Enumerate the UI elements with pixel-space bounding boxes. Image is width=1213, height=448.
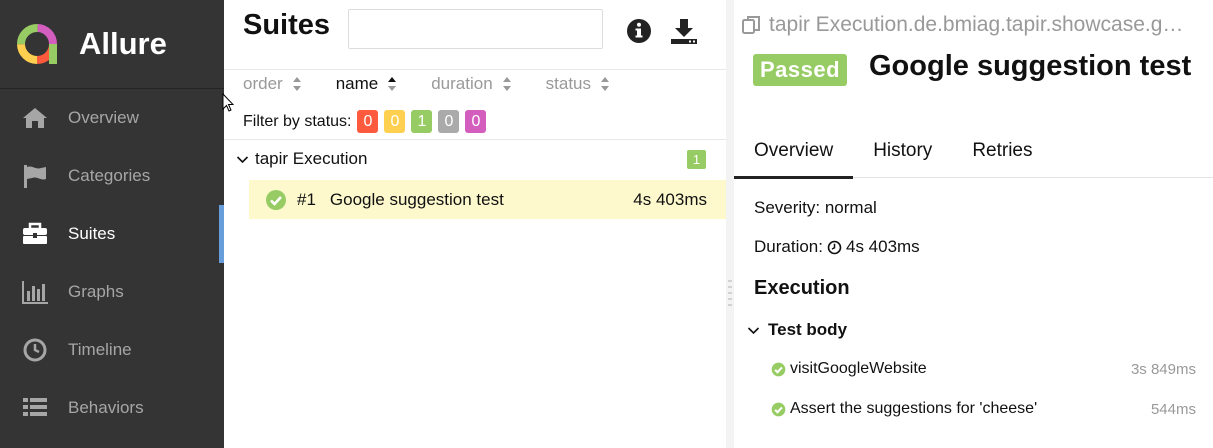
passed-check-icon bbox=[266, 189, 286, 210]
chevron-down-icon bbox=[747, 326, 760, 334]
sidebar-item-categories[interactable]: Categories bbox=[0, 147, 224, 205]
suite-group-count-badge: 1 bbox=[687, 150, 706, 169]
sidebar-nav: Overview Categories Suites Graphs Timeli… bbox=[0, 89, 224, 437]
sort-asc-icon bbox=[388, 77, 397, 91]
test-duration: 4s 403ms bbox=[633, 189, 707, 209]
step-row[interactable]: Assert the suggestions for 'cheese' 544m… bbox=[771, 400, 1196, 418]
pane-splitter[interactable] bbox=[726, 0, 734, 448]
sidebar-item-suites[interactable]: Suites bbox=[0, 205, 224, 263]
sidebar-item-label: Suites bbox=[68, 224, 116, 243]
sidebar-item-label: Overview bbox=[68, 108, 139, 127]
filter-label: Filter by status: bbox=[243, 112, 352, 130]
severity-field: Severity: normal bbox=[754, 198, 877, 218]
mouse-cursor-icon bbox=[222, 93, 234, 112]
flag-icon bbox=[20, 161, 50, 191]
filter-unknown-toggle[interactable]: 0 bbox=[465, 110, 487, 133]
sort-status[interactable]: status bbox=[546, 74, 610, 94]
briefcase-icon bbox=[20, 219, 50, 249]
sidebar-item-overview[interactable]: Overview bbox=[0, 89, 224, 147]
test-body-group[interactable]: Test body bbox=[747, 320, 847, 340]
suite-group-name: tapir Execution bbox=[255, 149, 368, 168]
sort-name[interactable]: name bbox=[336, 74, 398, 94]
severity-text: Severity: normal bbox=[754, 198, 877, 217]
sort-label: name bbox=[335, 74, 379, 93]
breadcrumb-text: tapir Execution.de.bmiag.tapir.showcase.… bbox=[769, 13, 1184, 36]
duration-field: Duration: 4s 403ms bbox=[754, 237, 920, 257]
sort-label: order bbox=[243, 74, 283, 93]
sidebar-item-timeline[interactable]: Timeline bbox=[0, 321, 224, 379]
execution-section-title: Execution bbox=[754, 277, 850, 299]
test-name: Google suggestion test bbox=[329, 189, 504, 209]
search-input[interactable] bbox=[348, 9, 603, 49]
suites-pane: Suites order name duration status Filter… bbox=[224, 0, 726, 448]
sidebar-item-label: Categories bbox=[68, 166, 151, 185]
step-row[interactable]: visitGoogleWebsite 3s 849ms bbox=[771, 360, 1196, 378]
copy-icon bbox=[742, 16, 760, 34]
test-number: #1 bbox=[297, 189, 316, 209]
sort-label: duration bbox=[431, 74, 493, 93]
clock-icon bbox=[20, 335, 50, 365]
sidebar-item-label: Timeline bbox=[68, 340, 132, 359]
suite-group[interactable]: tapir Execution 1 bbox=[224, 146, 726, 172]
bar-chart-icon bbox=[20, 277, 50, 307]
duration-value: 4s 403ms bbox=[845, 237, 920, 256]
sidebar-item-label: Behaviors bbox=[68, 398, 144, 417]
divider bbox=[224, 139, 726, 140]
chevron-down-icon bbox=[236, 155, 249, 163]
allure-logo-icon bbox=[17, 24, 57, 64]
grip-icon bbox=[728, 280, 732, 306]
filter-passed-toggle[interactable]: 1 bbox=[411, 110, 433, 133]
download-button[interactable] bbox=[669, 16, 699, 46]
sort-icon bbox=[601, 77, 610, 91]
step-duration: 544ms bbox=[1150, 400, 1196, 418]
breadcrumb[interactable]: tapir Execution.de.bmiag.tapir.showcase.… bbox=[741, 13, 1211, 37]
sidebar-item-graphs[interactable]: Graphs bbox=[0, 263, 224, 321]
tab-history[interactable]: History bbox=[853, 134, 952, 178]
sidebar: Allure Overview Categories Suites Graphs bbox=[0, 0, 224, 448]
filter-failed-toggle[interactable]: 0 bbox=[357, 110, 379, 133]
app-name: Allure bbox=[79, 26, 167, 61]
filter-broken-toggle[interactable]: 0 bbox=[384, 110, 406, 133]
sidebar-item-label: Graphs bbox=[68, 282, 124, 301]
test-row[interactable]: #1 Google suggestion test 4s 403ms bbox=[249, 180, 726, 219]
test-details-pane: tapir Execution.de.bmiag.tapir.showcase.… bbox=[734, 0, 1213, 448]
test-title: Google suggestion test bbox=[869, 50, 1192, 82]
status-badge: Passed bbox=[753, 54, 848, 86]
detail-tabs: Overview History Retries bbox=[734, 134, 1213, 179]
sort-duration[interactable]: duration bbox=[431, 74, 511, 94]
step-name: visitGoogleWebsite bbox=[790, 360, 927, 377]
sort-order[interactable]: order bbox=[243, 74, 302, 94]
sort-icon bbox=[292, 77, 301, 91]
info-icon bbox=[627, 19, 651, 43]
test-body-label: Test body bbox=[768, 320, 848, 339]
status-filter: Filter by status: 0 0 1 0 0 bbox=[243, 110, 492, 133]
step-duration: 3s 849ms bbox=[1130, 360, 1196, 378]
sort-icon bbox=[502, 77, 511, 91]
filter-skipped-toggle[interactable]: 0 bbox=[438, 110, 460, 133]
download-icon bbox=[671, 19, 697, 44]
brand[interactable]: Allure bbox=[0, 0, 224, 89]
info-button[interactable] bbox=[624, 16, 654, 46]
passed-check-icon bbox=[771, 402, 786, 416]
clock-icon bbox=[827, 240, 842, 254]
sidebar-item-behaviors[interactable]: Behaviors bbox=[0, 379, 224, 437]
page-title: Suites bbox=[243, 9, 331, 41]
sort-bar: order name duration status bbox=[243, 74, 644, 94]
tab-overview[interactable]: Overview bbox=[734, 134, 854, 179]
passed-check-icon bbox=[771, 362, 786, 376]
tab-retries[interactable]: Retries bbox=[952, 134, 1052, 178]
step-name: Assert the suggestions for 'cheese' bbox=[790, 400, 1038, 417]
home-icon bbox=[20, 103, 50, 133]
duration-label: Duration: bbox=[754, 237, 823, 256]
list-icon bbox=[20, 393, 50, 423]
sort-label: status bbox=[545, 74, 592, 93]
